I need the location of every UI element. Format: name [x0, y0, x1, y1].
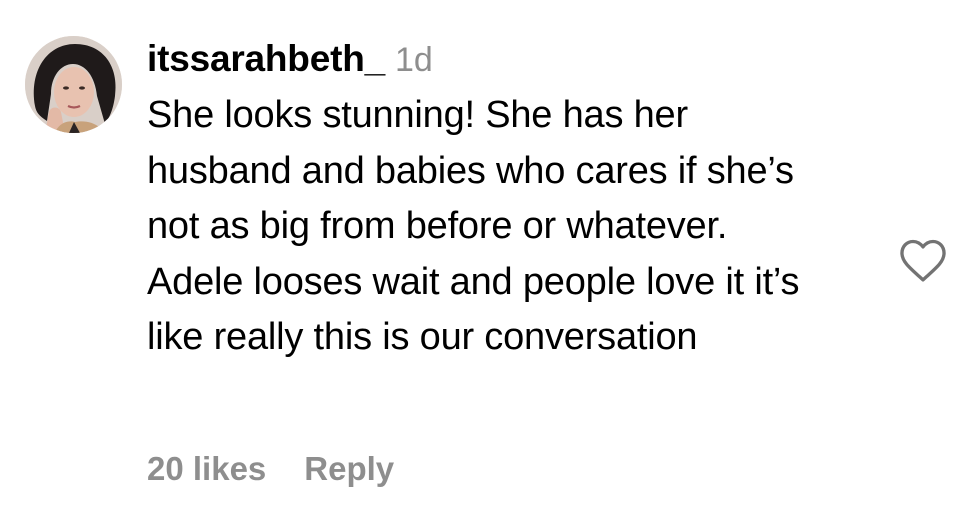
avatar[interactable] [25, 36, 122, 133]
heart-outline-icon [900, 239, 946, 282]
comment-body: itssarahbeth_ 1d She looks stunning! She… [147, 38, 867, 366]
reply-button[interactable]: Reply [304, 450, 394, 488]
comment: itssarahbeth_ 1d She looks stunning! She… [0, 0, 980, 522]
comment-meta: itssarahbeth_ 1d [147, 38, 867, 88]
username-link[interactable]: itssarahbeth_ [147, 38, 385, 80]
like-button[interactable] [898, 234, 948, 284]
likes-count-button[interactable]: 20 likes [147, 450, 266, 488]
avatar-photo [25, 36, 122, 133]
comment-actions: 20 likes Reply [147, 450, 394, 488]
timestamp: 1d [395, 41, 433, 79]
comment-text: She looks stunning! She has her husband … [147, 94, 800, 358]
